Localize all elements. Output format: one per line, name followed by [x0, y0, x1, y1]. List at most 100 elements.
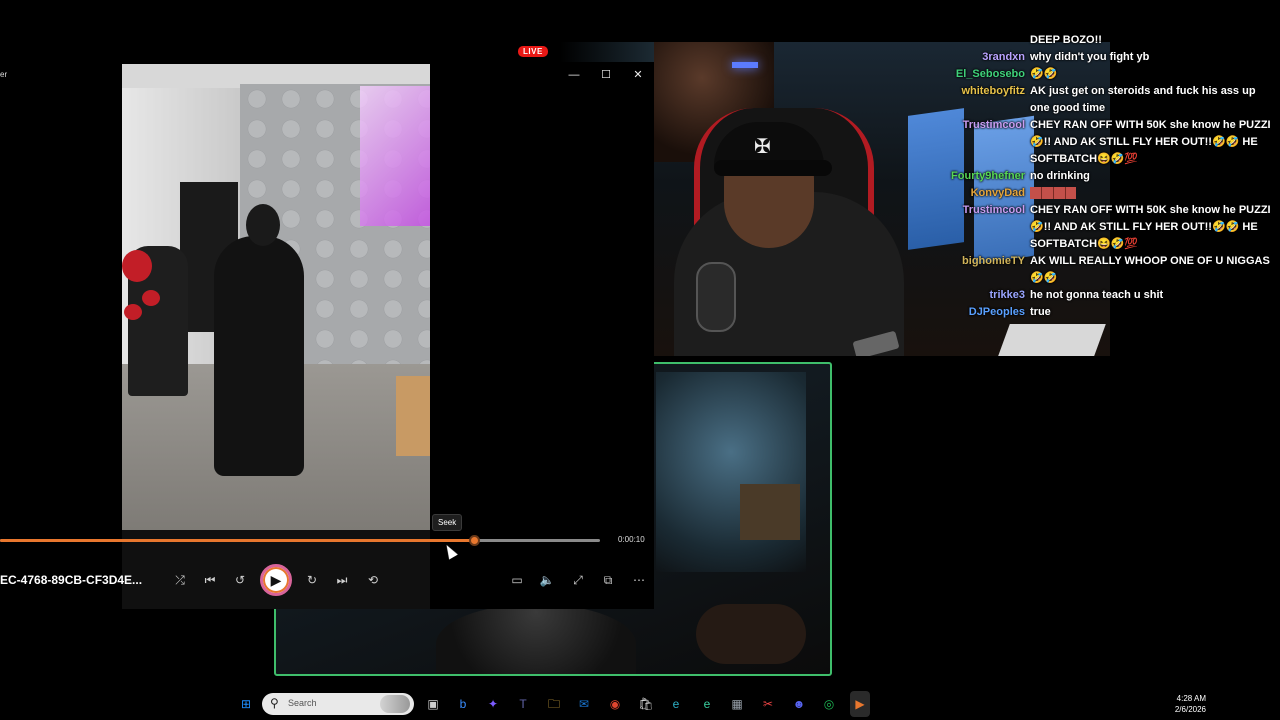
cardboard-box: [396, 376, 430, 456]
cross-logo-icon: ✠: [754, 136, 771, 158]
task-view-icon[interactable]: ▣: [423, 694, 443, 714]
seek-tooltip: Seek: [432, 514, 463, 531]
next-icon[interactable]: ⏭: [331, 570, 353, 590]
chat-message: Fourty9hefner no drinking: [940, 168, 1280, 185]
red-headgear: [122, 250, 152, 282]
edge-beta-icon[interactable]: e: [697, 694, 717, 714]
title-bar: er — ☐ ✕: [0, 64, 654, 86]
copilot-icon[interactable]: ✦: [483, 694, 503, 714]
chat-message: bighomieTY AK WILL REALLY WHOOP ONE OF U …: [940, 253, 1280, 287]
file-explorer-icon[interactable]: 🗀: [544, 694, 564, 714]
player-left-panel: [0, 64, 122, 530]
teams-icon[interactable]: T: [513, 694, 533, 714]
search-box[interactable]: ⚲ Search: [262, 693, 414, 715]
chat-username[interactable]: DJPeoples: [940, 304, 1030, 321]
calculator-icon[interactable]: ▦: [727, 694, 747, 714]
chat-username[interactable]: KonvyDad: [940, 185, 1030, 202]
chat-username[interactable]: whiteboyfitz: [940, 83, 1030, 100]
snipping-tool-icon[interactable]: ✂: [758, 694, 778, 714]
cap-brim: [714, 160, 832, 176]
chat-username[interactable]: Fourty9hefner: [940, 168, 1030, 185]
live-badge: LIVE: [518, 46, 548, 57]
guest-arm: [696, 604, 806, 664]
chat-message: KonvyDad: [940, 185, 1280, 202]
chat-text: no drinking: [1030, 170, 1090, 182]
close-button[interactable]: ✕: [630, 67, 646, 83]
chat-text: AK WILL REALLY WHOOP ONE OF U NIGGAS🤣🤣: [1030, 255, 1270, 284]
chat-username[interactable]: bighomieTY: [940, 253, 1030, 270]
chat-username[interactable]: Trustimcool: [940, 117, 1030, 134]
video-frame[interactable]: [122, 64, 430, 530]
minimize-button[interactable]: —: [566, 67, 582, 83]
lit-wall: [656, 372, 806, 572]
background-object: [740, 484, 800, 540]
media-player-icon[interactable]: ▶: [850, 694, 870, 714]
player-right-panel: [430, 64, 654, 530]
store-icon[interactable]: 🛍: [636, 694, 656, 714]
chat-message: 3randxn why didn't you fight yb: [940, 49, 1280, 66]
clock[interactable]: 4:28 AM 2/6/2026: [1164, 693, 1206, 715]
play-button[interactable]: ▶: [260, 564, 292, 596]
chat-message: trikke3 he not gonna teach u shit: [940, 287, 1280, 304]
chrome-icon[interactable]: ◉: [605, 694, 625, 714]
clock-date: 2/6/2026: [1174, 705, 1206, 714]
fighter-head: [246, 204, 280, 246]
seek-bar[interactable]: [0, 535, 600, 546]
chat-message: DEEP BOZO!!: [940, 32, 1280, 49]
chat-username[interactable]: El_Sebosebo: [940, 66, 1030, 83]
spotify-icon[interactable]: ◎: [819, 694, 839, 714]
windows-start-icon[interactable]: ⊞: [236, 694, 256, 714]
lamp: [732, 62, 758, 68]
keyboard: [998, 324, 1106, 356]
seek-thumb[interactable]: [469, 535, 480, 546]
miniplayer-icon[interactable]: ⧉: [597, 570, 619, 590]
volume-icon[interactable]: 🔈: [536, 570, 558, 590]
chat-text: why didn't you fight yb: [1030, 51, 1150, 63]
chat-message: El_Sebosebo 🤣🤣: [940, 66, 1280, 83]
maximize-button[interactable]: ☐: [598, 67, 614, 83]
forward-icon[interactable]: ↻: [301, 570, 323, 590]
rewind-icon[interactable]: ↺: [229, 570, 251, 590]
microphone: [696, 262, 736, 332]
stream-background: [560, 42, 654, 62]
file-name: EC-4768-89CB-CF3D4E...: [0, 573, 143, 587]
chat-overlay: DEEP BOZO!! 3randxn why didn't you fight y…: [940, 32, 1280, 321]
guest-silhouette: [436, 604, 636, 674]
time-display: 0:00:10: [618, 535, 645, 544]
seek-progress: [0, 539, 474, 542]
fullscreen-icon[interactable]: ⤢: [567, 570, 589, 590]
chat-message: Trustimcool CHEY RAN OFF WITH 50K she kno…: [940, 117, 1280, 168]
subtitles-icon[interactable]: ▭: [506, 570, 528, 590]
bing-icon[interactable]: b: [453, 694, 473, 714]
discord-icon[interactable]: ☻: [789, 694, 809, 714]
chat-message: whiteboyfitz AK just get on steroids and …: [940, 83, 1280, 117]
clock-time: 4:28 AM: [1176, 694, 1206, 703]
search-icon: ⚲: [270, 696, 279, 710]
chat-text: AK just get on steroids and fuck his ass…: [1030, 85, 1256, 114]
taskbar: ⚲ Search ⊞ ▣ b ✦ T 🗀 ✉ ◉ 🛍 e e ▦ ✂ ☻ ◎ ▶ 4:28 AM 2/6/20…: [0, 688, 1280, 720]
chat-username[interactable]: trikke3: [940, 287, 1030, 304]
chat-message: DJPeoples true: [940, 304, 1280, 321]
shuffle-icon[interactable]: ⤮: [169, 570, 191, 590]
chat-message: Trustimcool CHEY RAN OFF WITH 50K she kno…: [940, 202, 1280, 253]
chat-text: CHEY RAN OFF WITH 50K she know he PUZZI …: [1030, 119, 1271, 165]
chat-text: [1030, 185, 1280, 202]
chat-text: he not gonna teach u shit: [1030, 289, 1164, 301]
chat-text: CHEY RAN OFF WITH 50K she know he PUZZI …: [1030, 204, 1271, 250]
chat-username[interactable]: Trustimcool: [940, 202, 1030, 219]
more-options-icon[interactable]: ⋯: [628, 570, 650, 590]
previous-icon[interactable]: ⏮: [199, 570, 221, 590]
chat-text: true: [1030, 306, 1051, 318]
media-player-window: er — ☐ ✕ Seek 0:00:10 EC-4768-89CB-CF3D4…: [0, 64, 654, 609]
chat-text: 🤣🤣: [1030, 68, 1058, 80]
search-highlight-icon: [380, 695, 410, 713]
chat-username[interactable]: 3randxn: [940, 49, 1030, 66]
boxing-glove: [142, 290, 160, 306]
repeat-icon[interactable]: ⟲: [362, 570, 384, 590]
boxing-glove: [124, 304, 142, 320]
edge-icon[interactable]: e: [666, 694, 686, 714]
chat-text: DEEP BOZO!!: [1030, 34, 1102, 46]
window-title: er: [0, 70, 8, 79]
emote-icon: [1030, 187, 1076, 200]
outlook-icon[interactable]: ✉: [574, 694, 594, 714]
